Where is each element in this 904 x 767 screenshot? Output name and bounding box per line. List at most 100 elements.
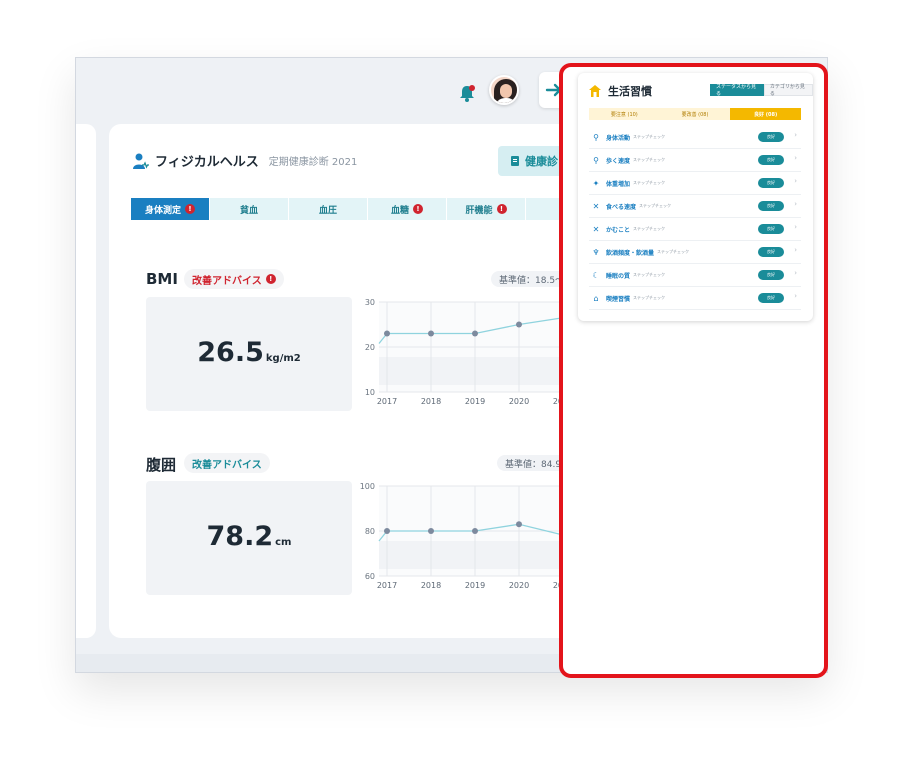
list-item[interactable]: ✕ かむこと ステップチェック 良好 › (589, 218, 801, 241)
waist-advice-button[interactable]: 改善アドバイス (184, 453, 270, 473)
chevron-right-icon: › (794, 154, 797, 162)
status-tab-good[interactable]: 良好 (08) (730, 108, 802, 120)
tab-liver-function[interactable]: 肝機能 ! (447, 198, 525, 220)
health-report-label: 健康診 (525, 155, 558, 168)
waist-value: 78.2 (206, 521, 274, 552)
bmi-advice-button[interactable]: 改善アドバイス ! (184, 269, 284, 289)
list-item[interactable]: ⚲ 歩く速度 ステップチェック 良好 › (589, 149, 801, 172)
data-point (472, 528, 478, 534)
alert-icon: ! (185, 204, 195, 214)
y-tick-label: 10 (365, 388, 375, 397)
fork-knife-icon: ✕ (592, 201, 600, 211)
person-heart-icon (133, 153, 149, 169)
view-by-status-button[interactable]: ステータスから見る (710, 84, 764, 97)
lifestyle-habits-panel: 生活習慣 ステータスから見る カテゴリから見る 要注意 (10) 要改善 (08… (578, 73, 813, 321)
status-tabs: 要注意 (10) 要改善 (08) 良好 (08) (589, 108, 802, 120)
chevron-right-icon: › (794, 177, 797, 185)
item-sub: ステップチェック (633, 272, 666, 277)
item-sub: ステップチェック (633, 226, 666, 231)
item-label: 体重増加 (606, 180, 631, 188)
status-badge: 良好 (758, 155, 784, 165)
tab-label: 貧血 (239, 205, 258, 216)
tab-blood-sugar[interactable]: 血糖 ! (368, 198, 446, 220)
chevron-right-icon: › (794, 246, 797, 254)
status-badge: 良好 (758, 224, 784, 234)
x-tick-label: 2019 (465, 581, 485, 590)
status-badge: 良好 (758, 132, 784, 142)
list-item[interactable]: ✦ 体重増加 ステップチェック 良好 › (589, 172, 801, 195)
tab-label: 血圧 (318, 205, 337, 216)
item-sub: ステップチェック (633, 295, 666, 300)
waist-value-box: 78.2 cm (146, 481, 352, 595)
bicycle-icon: ⚲ (593, 132, 599, 142)
tab-body-measurement[interactable]: 身体測定 ! (131, 198, 209, 220)
view-toggle: ステータスから見る カテゴリから見る (710, 84, 813, 97)
item-label: 睡眠の質 (606, 272, 631, 280)
y-tick-label: 100 (360, 482, 375, 491)
bicycle-icon: ⚲ (593, 155, 599, 165)
bmi-label: BMI (146, 270, 178, 288)
data-point (516, 521, 522, 528)
bmi-value-box: 26.5 kg/m2 (146, 297, 352, 411)
item-label: 食べる速度 (606, 203, 637, 211)
avatar[interactable] (489, 75, 519, 105)
item-sub: ステップチェック (633, 180, 666, 185)
advice-label: 改善アドバイス (192, 275, 262, 287)
status-badge: 良好 (758, 270, 784, 280)
bmi-unit: kg/m2 (265, 353, 301, 364)
x-tick-label: 2017 (377, 581, 397, 590)
habits-title: 生活習慣 (608, 85, 652, 98)
habits-list: ⚲ 身体活動 ステップチェック 良好 › ⚲ 歩く速度 ステップチェック 良好 › ✦ 体重増加ス… (589, 126, 801, 310)
test-category-tabs: 身体測定 ! 貧血 血圧 血糖 ! 肝機能 ! 脂 (131, 198, 605, 220)
list-item[interactable]: ⌂ 喫煙習慣 ステップチェック 良好 › (589, 287, 801, 310)
x-tick-label: 2018 (421, 581, 441, 590)
bmi-value: 26.5 (197, 337, 264, 368)
alert-icon: ! (265, 274, 276, 284)
waist-label: 腹囲 (146, 456, 177, 474)
status-tab-improve[interactable]: 要改善 (08) (659, 108, 731, 120)
list-item[interactable]: ♆ 飲酒頻度・飲酒量 ステップチェック 良好 › (589, 241, 801, 264)
alert-icon: ! (496, 204, 507, 214)
chevron-right-icon: › (794, 223, 797, 231)
tab-label: 肝機能 (465, 205, 493, 216)
status-badge: 良好 (758, 247, 784, 257)
y-tick-label: 60 (365, 572, 375, 581)
tab-anemia[interactable]: 貧血 (210, 198, 288, 220)
y-tick-label: 80 (365, 527, 375, 536)
list-item[interactable]: ⚲ 身体活動 ステップチェック 良好 › (589, 126, 801, 149)
x-tick-label: 2020 (509, 581, 529, 590)
fork-knife-icon: ✕ (592, 224, 600, 234)
status-tab-caution[interactable]: 要注意 (10) (589, 108, 660, 120)
x-tick-label: 2019 (465, 397, 485, 406)
data-point (516, 321, 522, 328)
item-sub: ステップチェック (639, 203, 672, 208)
item-label: 喫煙習慣 (606, 295, 631, 303)
data-point (428, 528, 434, 534)
chevron-right-icon: › (794, 131, 797, 139)
house-icon (589, 85, 601, 97)
item-label: 飲酒頻度・飲酒量 (606, 249, 655, 257)
item-sub: ステップチェック (657, 249, 690, 254)
status-badge: 良好 (758, 178, 784, 188)
x-tick-label: 2020 (509, 397, 529, 406)
glass-icon: ♆ (592, 247, 600, 257)
bell-icon[interactable] (456, 83, 478, 105)
side-card (76, 124, 96, 638)
view-by-category-button[interactable]: カテゴリから見る (763, 84, 813, 97)
item-label: 歩く速度 (606, 157, 631, 165)
list-item[interactable]: ☾ 睡眠の質 ステップチェック 良好 › (589, 264, 801, 287)
alert-icon: ! (413, 204, 423, 214)
smoking-icon: ⌂ (593, 293, 599, 303)
item-label: 身体活動 (606, 134, 631, 142)
status-badge: 良好 (758, 201, 784, 211)
data-point (384, 528, 390, 534)
page-title: フィジカルヘルス (155, 155, 259, 170)
list-item[interactable]: ✕ 食べる速度 ステップチェック 良好 › (589, 195, 801, 218)
y-tick-label: 20 (365, 343, 375, 352)
item-sub: ステップチェック (633, 157, 666, 162)
data-point (428, 330, 434, 337)
tab-label: 血糖 (390, 205, 409, 216)
data-point (472, 330, 478, 337)
tab-blood-pressure[interactable]: 血圧 (289, 198, 367, 220)
weight-icon: ✦ (592, 178, 600, 188)
